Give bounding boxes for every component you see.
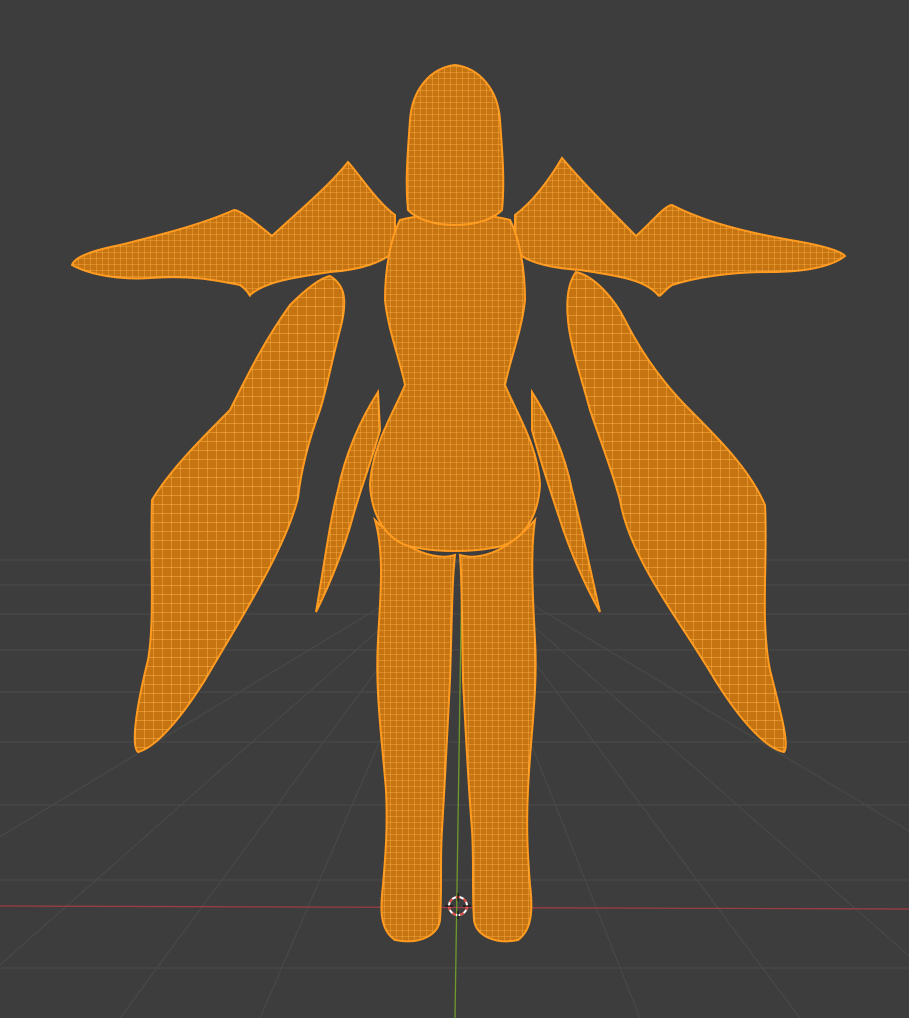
right-hip-blade[interactable] [531,388,601,613]
head[interactable] [405,63,505,227]
floor-grid [0,559,909,1018]
3d-viewport[interactable] [0,0,909,1018]
torso[interactable] [368,213,542,552]
right-leg[interactable] [458,516,537,943]
left-hip-blade[interactable] [315,388,382,613]
right-arm[interactable] [514,156,847,297]
left-leg[interactable] [372,516,457,943]
left-arm[interactable] [70,160,396,297]
left-wing[interactable] [133,274,346,754]
crosshair-cursor-icon[interactable] [445,893,471,919]
x-axis-line [0,905,909,910]
y-axis-line [454,559,463,1018]
viewport-canvas[interactable] [0,0,909,1018]
right-wing[interactable] [566,270,787,754]
